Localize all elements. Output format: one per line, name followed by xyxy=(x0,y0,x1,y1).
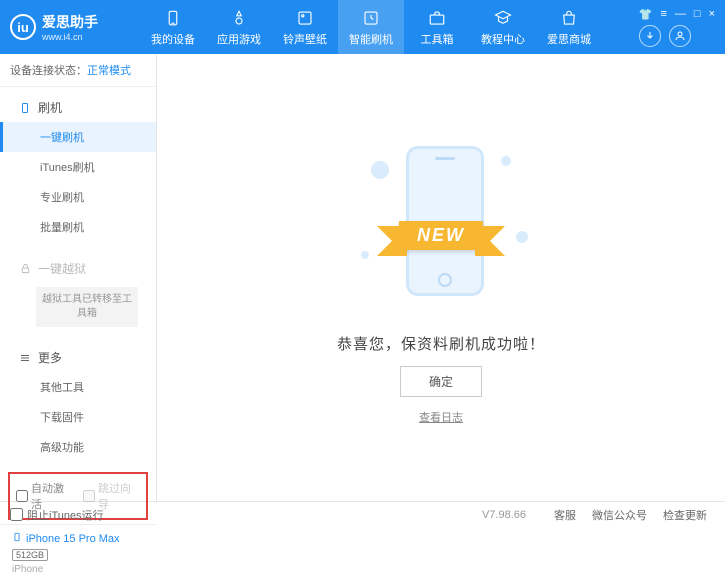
footer-check-update[interactable]: 检查更新 xyxy=(663,507,707,523)
titlebar: iu 爱思助手 www.i4.cn 我的设备 应用游戏 铃声壁纸 智能刷机 工具… xyxy=(0,0,725,54)
maximize-icon[interactable]: □ xyxy=(694,8,701,21)
user-button[interactable] xyxy=(669,25,691,47)
sidebar-item-batch-flash[interactable]: 批量刷机 xyxy=(0,212,156,242)
storage-badge: 512GB xyxy=(12,549,48,561)
content-area: NEW 恭喜您，保资料刷机成功啦！ 确定 查看日志 xyxy=(157,54,725,501)
app-url: www.i4.cn xyxy=(42,32,98,42)
nav-my-device[interactable]: 我的设备 xyxy=(140,0,206,54)
footer-support[interactable]: 客服 xyxy=(554,507,576,523)
lock-icon xyxy=(18,262,32,276)
ok-button[interactable]: 确定 xyxy=(400,366,482,397)
download-button[interactable] xyxy=(639,25,661,47)
shirt-icon[interactable]: 👕 xyxy=(639,8,653,21)
sidebar-item-other-tools[interactable]: 其他工具 xyxy=(0,372,156,402)
close-icon[interactable]: × xyxy=(709,8,715,21)
nav-ringtone-wallpaper[interactable]: 铃声壁纸 xyxy=(272,0,338,54)
block-itunes-checkbox[interactable]: 阻止iTunes运行 xyxy=(10,507,104,523)
app-name: 爱思助手 xyxy=(42,12,98,32)
sidebar: 设备连接状态：正常模式 刷机 一键刷机 iTunes刷机 专业刷机 批量刷机 一… xyxy=(0,54,157,501)
device-type: iPhone xyxy=(12,564,144,575)
connection-status: 设备连接状态：正常模式 xyxy=(0,54,156,87)
store-icon xyxy=(559,8,579,28)
flash-icon xyxy=(361,8,381,28)
device-info[interactable]: iPhone 15 Pro Max 512GB iPhone xyxy=(0,524,156,581)
toolbox-icon xyxy=(427,8,447,28)
logo-icon: iu xyxy=(10,14,36,40)
window-controls: 👕 ≡ — □ × xyxy=(639,8,715,47)
footer-wechat[interactable]: 微信公众号 xyxy=(592,507,647,523)
flash-group-icon xyxy=(18,101,32,115)
sidebar-head-more[interactable]: 更多 xyxy=(0,343,156,372)
new-ribbon: NEW xyxy=(399,221,483,250)
menu-icon[interactable]: ≡ xyxy=(660,8,666,21)
sidebar-item-itunes-flash[interactable]: iTunes刷机 xyxy=(0,152,156,182)
view-log-link[interactable]: 查看日志 xyxy=(419,409,463,425)
device-icon xyxy=(163,8,183,28)
sidebar-head-flash[interactable]: 刷机 xyxy=(0,93,156,122)
nav-tutorials[interactable]: 教程中心 xyxy=(470,0,536,54)
jailbreak-moved-note: 越狱工具已转移至工具箱 xyxy=(36,287,138,327)
nav-store[interactable]: 爱思商城 xyxy=(536,0,602,54)
nav-smart-flash[interactable]: 智能刷机 xyxy=(338,0,404,54)
success-message: 恭喜您，保资料刷机成功啦！ xyxy=(337,333,545,354)
tutorial-icon xyxy=(493,8,513,28)
version-label: V7.98.66 xyxy=(482,509,526,521)
minimize-icon[interactable]: — xyxy=(675,8,686,21)
more-icon xyxy=(18,351,32,365)
nav-apps-games[interactable]: 应用游戏 xyxy=(206,0,272,54)
top-nav: 我的设备 应用游戏 铃声壁纸 智能刷机 工具箱 教程中心 爱思商城 xyxy=(140,0,602,54)
sidebar-item-download-firmware[interactable]: 下载固件 xyxy=(0,402,156,432)
nav-toolbox[interactable]: 工具箱 xyxy=(404,0,470,54)
sidebar-item-oneclick-flash[interactable]: 一键刷机 xyxy=(0,122,156,152)
wallpaper-icon xyxy=(295,8,315,28)
app-logo: iu 爱思助手 www.i4.cn xyxy=(10,12,140,42)
apps-icon xyxy=(229,8,249,28)
success-illustration: NEW xyxy=(341,131,541,321)
sidebar-item-advanced[interactable]: 高级功能 xyxy=(0,432,156,462)
sidebar-item-pro-flash[interactable]: 专业刷机 xyxy=(0,182,156,212)
sidebar-head-jailbreak: 一键越狱 xyxy=(0,254,156,283)
phone-icon xyxy=(12,531,22,546)
